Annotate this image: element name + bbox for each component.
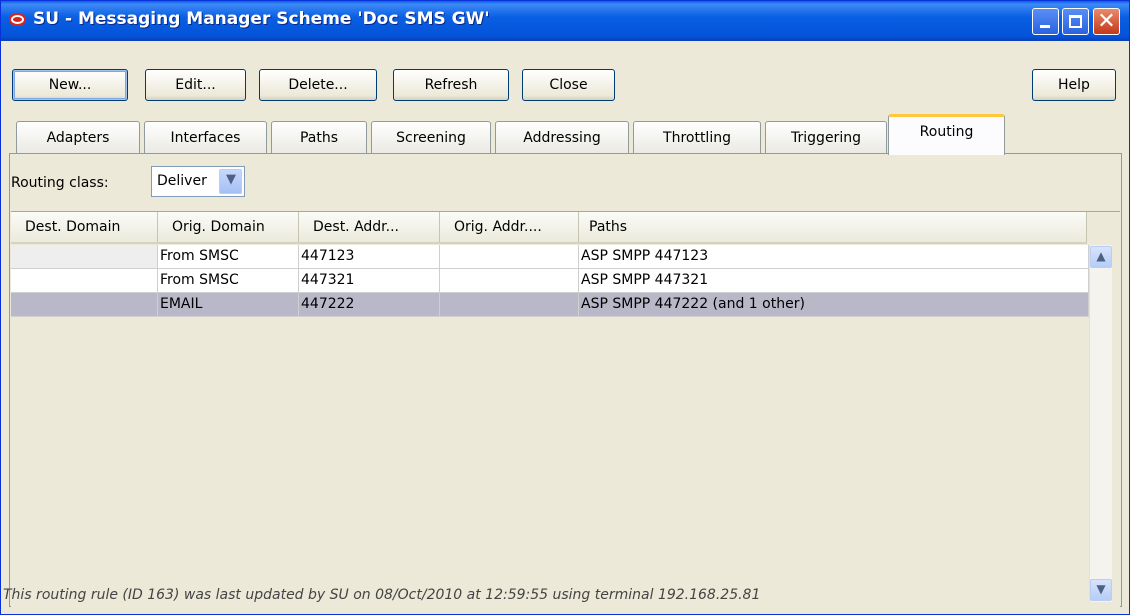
column-header-dest-domain[interactable]: Dest. Domain [11,212,158,242]
chevron-down-icon: ▼ [226,172,236,187]
cell-orig-domain: EMAIL [158,293,299,316]
cell-orig-addr [440,293,579,316]
cell-orig-addr [440,269,579,292]
maximize-button[interactable] [1062,8,1089,35]
minimize-icon [1040,25,1050,28]
delete-button[interactable]: Delete... [259,69,377,101]
cell-orig-addr [440,245,579,268]
status-bar: This routing rule (ID 163) was last upda… [3,587,761,603]
cell-dest-domain [11,245,158,268]
cell-dest-addr: 447123 [299,245,440,268]
column-header-paths[interactable]: Paths [579,212,1087,242]
cell-paths: ASP SMPP 447321 [579,269,1089,292]
tab-adapters[interactable]: Adapters [16,121,140,154]
table-row[interactable]: From SMSC 447123 ASP SMPP 447123 [11,245,1089,269]
close-icon: ✕ [1097,9,1116,34]
app-window: SU - Messaging Manager Scheme 'Doc SMS G… [0,0,1130,615]
routing-class-value: Deliver [157,173,207,189]
routing-table: Dest. Domain Orig. Domain Dest. Addr... … [11,211,1120,607]
oracle-logo-icon [9,13,26,26]
vertical-scrollbar[interactable]: ▲ ▼ [1089,245,1112,602]
window-close-button[interactable]: ✕ [1093,8,1120,35]
window-title: SU - Messaging Manager Scheme 'Doc SMS G… [33,9,490,29]
tab-routing[interactable]: Routing [888,114,1005,155]
edit-button[interactable]: Edit... [145,69,246,101]
tab-addressing[interactable]: Addressing [495,121,629,154]
scroll-up-button[interactable]: ▲ [1090,246,1112,268]
table-body: From SMSC 447123 ASP SMPP 447123 From SM… [11,245,1089,317]
scroll-down-button[interactable]: ▼ [1090,579,1112,601]
column-header-dest-addr[interactable]: Dest. Addr... [299,212,440,242]
refresh-button[interactable]: Refresh [393,69,509,101]
cell-dest-domain [11,293,158,316]
minimize-button[interactable] [1032,8,1059,35]
cell-orig-domain: From SMSC [158,245,299,268]
cell-dest-addr: 447321 [299,269,440,292]
close-button[interactable]: Close [522,69,615,101]
chevron-down-icon: ▼ [1096,582,1106,596]
table-row[interactable]: From SMSC 447321 ASP SMPP 447321 [11,269,1089,293]
tab-paths[interactable]: Paths [271,121,367,154]
new-button[interactable]: New... [12,69,128,101]
tab-screening[interactable]: Screening [371,121,491,154]
cell-paths: ASP SMPP 447222 (and 1 other) [579,293,1089,316]
routing-class-select[interactable]: Deliver ▼ [151,166,245,197]
table-header: Dest. Domain Orig. Domain Dest. Addr... … [11,212,1087,244]
title-bar[interactable]: SU - Messaging Manager Scheme 'Doc SMS G… [1,1,1129,41]
column-header-orig-addr[interactable]: Orig. Addr.... [440,212,579,242]
table-row[interactable]: EMAIL 447222 ASP SMPP 447222 (and 1 othe… [11,293,1089,317]
routing-class-label: Routing class: [11,175,109,191]
help-button[interactable]: Help [1032,69,1116,101]
cell-dest-addr: 447222 [299,293,440,316]
cell-dest-domain [11,269,158,292]
dropdown-button[interactable]: ▼ [219,169,242,194]
maximize-icon [1069,15,1082,28]
tab-throttling[interactable]: Throttling [633,121,761,154]
column-header-orig-domain[interactable]: Orig. Domain [158,212,299,242]
cell-orig-domain: From SMSC [158,269,299,292]
cell-paths: ASP SMPP 447123 [579,245,1089,268]
tab-triggering[interactable]: Triggering [765,121,887,154]
tab-interfaces[interactable]: Interfaces [144,121,267,154]
chevron-up-icon: ▲ [1096,249,1106,263]
